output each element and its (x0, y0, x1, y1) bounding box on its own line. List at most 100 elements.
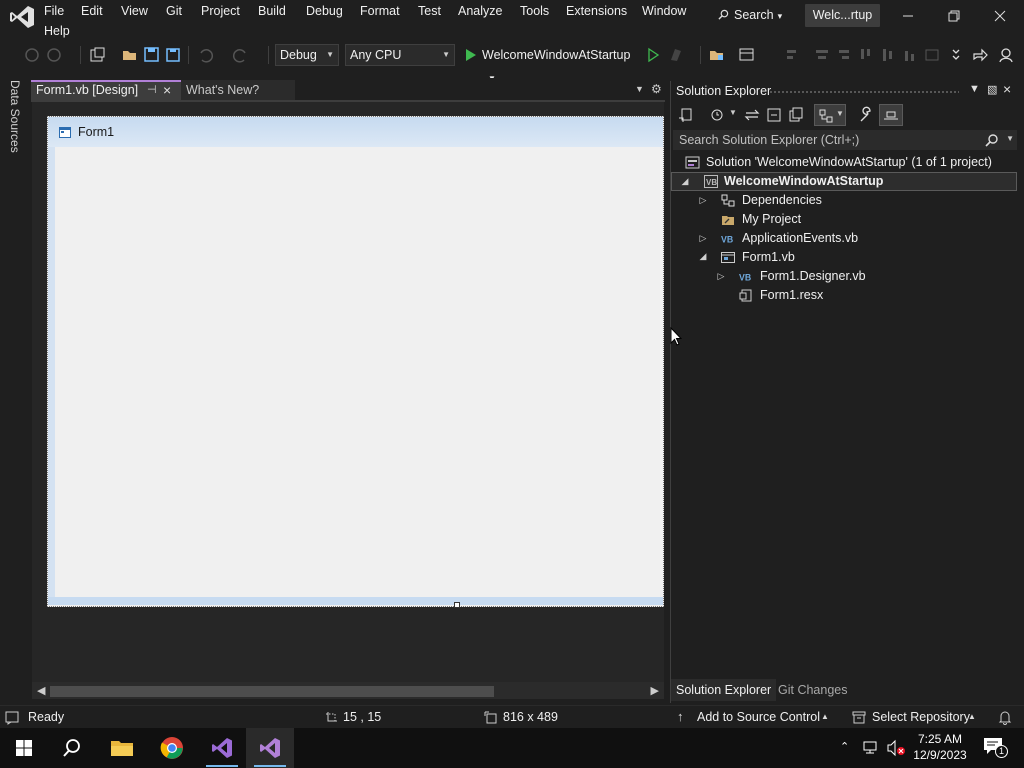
tab-git-changes[interactable]: Git Changes (773, 679, 852, 701)
sync-with-active-document-icon[interactable] (743, 106, 761, 124)
scrollbar-thumb[interactable] (50, 686, 494, 697)
tree-item-my-project[interactable]: My Project (671, 210, 1017, 229)
chevron-down-icon[interactable]: ▼ (729, 108, 737, 117)
open-file-icon[interactable] (120, 45, 140, 65)
menu-project[interactable]: Project (197, 1, 244, 21)
chevron-down-icon[interactable]: ▼ (1006, 134, 1014, 143)
menu-help[interactable]: Help (40, 21, 74, 41)
drag-grip[interactable] (769, 90, 959, 94)
feedback-icon[interactable] (996, 45, 1016, 65)
tab-solution-explorer[interactable]: Solution Explorer (671, 679, 777, 701)
start-button[interactable] (0, 728, 48, 768)
align-centers-icon[interactable] (812, 45, 832, 65)
action-center-button[interactable]: 1 (980, 736, 1010, 760)
collapse-all-icon[interactable] (765, 106, 783, 124)
window-options-icon[interactable]: ▼ (969, 83, 980, 95)
data-sources-tab[interactable]: Data Sources (8, 80, 22, 153)
menu-view[interactable]: View (117, 1, 152, 21)
menu-analyze[interactable]: Analyze (454, 1, 506, 21)
form-client-area[interactable] (55, 147, 663, 597)
same-size-icon[interactable] (922, 45, 942, 65)
menu-tools[interactable]: Tools (516, 1, 553, 21)
live-share-icon[interactable] (970, 45, 990, 65)
expand-arrow-icon[interactable]: ▷ (697, 191, 709, 210)
align-middles-icon[interactable] (878, 45, 898, 65)
form-title-bar[interactable]: Form1 (48, 117, 663, 147)
expand-arrow-icon[interactable]: ▷ (715, 267, 727, 286)
solution-explorer-search[interactable]: Search Solution Explorer (Ctrl+;) ▼ (673, 130, 1017, 150)
expand-arrow-icon[interactable]: ▷ (697, 229, 709, 248)
solution-configuration-dropdown[interactable]: Debug ▼ (275, 44, 339, 66)
tab-list-dropdown-icon[interactable]: ▼ (635, 84, 644, 94)
tree-item-dependencies[interactable]: ▷ Dependencies (671, 191, 1017, 210)
tree-item-application-events[interactable]: ▷ VB ApplicationEvents.vb (671, 229, 1017, 248)
solution-platform-dropdown[interactable]: Any CPU ▼ (345, 44, 455, 66)
preview-selected-items-button[interactable] (879, 104, 903, 126)
collapse-arrow-icon[interactable]: ◢ (697, 247, 709, 266)
menu-file[interactable]: File (40, 1, 68, 21)
navigate-forward-icon[interactable] (44, 45, 64, 65)
start-without-debugging-icon[interactable] (643, 45, 663, 65)
collapse-arrow-icon[interactable]: ◢ (679, 172, 691, 191)
menu-format[interactable]: Format (356, 1, 404, 21)
switch-views-icon[interactable] (677, 106, 695, 124)
gear-icon[interactable]: ⚙ (651, 82, 662, 96)
pin-icon[interactable]: ⊣ (147, 82, 157, 99)
solution-name-badge[interactable]: Welc...rtup (805, 4, 880, 27)
notification-bell-icon[interactable] (998, 710, 1012, 725)
menu-edit[interactable]: Edit (77, 1, 107, 21)
visual-studio-taskbar-button[interactable] (246, 728, 294, 768)
close-window-button[interactable] (980, 4, 1020, 28)
align-tops-icon[interactable] (856, 45, 876, 65)
select-repository-button[interactable]: Select Repository ▲ (850, 706, 980, 728)
align-lefts-icon[interactable] (782, 45, 802, 65)
tab-form1-design[interactable]: Form1.vb [Design] ⊣ × (31, 80, 181, 100)
scroll-right-icon[interactable]: ▶ (651, 684, 659, 697)
start-debugging-button[interactable]: WelcomeWindowAtStartup ▼ (462, 44, 642, 83)
volume-muted-icon[interactable] (886, 739, 906, 757)
solution-folder-icon[interactable] (707, 45, 727, 65)
menu-extensions[interactable]: Extensions (562, 1, 631, 21)
show-hidden-icons-chevron-icon[interactable]: ⌃ (840, 740, 849, 753)
add-to-source-control-button[interactable]: ↑ Add to Source Control ▲ (674, 706, 834, 728)
menu-build[interactable]: Build (254, 1, 290, 21)
search-button[interactable]: Search ▾ (714, 4, 782, 26)
chrome-taskbar-button[interactable] (148, 728, 196, 768)
pin-icon[interactable]: ▧ (987, 83, 997, 96)
file-explorer-taskbar-button[interactable] (98, 728, 146, 768)
align-rights-icon[interactable] (834, 45, 854, 65)
save-icon[interactable] (142, 45, 162, 65)
tree-item-form1-resx[interactable]: Form1.resx (671, 286, 1017, 305)
layout-icon[interactable] (737, 45, 757, 65)
minimize-button[interactable] (888, 4, 928, 28)
menu-debug[interactable]: Debug (302, 1, 347, 21)
vscode-taskbar-button[interactable] (198, 728, 246, 768)
form-window[interactable]: Form1 (47, 116, 664, 608)
save-all-icon[interactable] (163, 45, 183, 65)
tree-item-solution[interactable]: Solution 'WelcomeWindowAtStartup' (1 of … (671, 153, 1017, 172)
tab-whats-new[interactable]: What's New? (181, 80, 295, 100)
toolbar-options-icon[interactable] (946, 45, 966, 65)
horizontal-scrollbar[interactable]: ◀ ▶ (32, 682, 664, 699)
tree-item-form1-designer[interactable]: ▷ VB Form1.Designer.vb (671, 267, 1017, 286)
show-all-files-icon[interactable] (787, 106, 805, 124)
close-icon[interactable]: × (1003, 81, 1011, 97)
undo-icon[interactable] (196, 45, 216, 65)
new-project-icon[interactable] (88, 45, 108, 65)
form-designer-surface[interactable]: Form1 (32, 102, 664, 684)
visual-studio-logo-icon[interactable] (8, 4, 36, 30)
filter-toggle-button[interactable]: ▼ (814, 104, 846, 126)
menu-git[interactable]: Git (162, 1, 186, 21)
hot-reload-icon[interactable] (666, 45, 686, 65)
scroll-left-icon[interactable]: ◀ (37, 684, 45, 697)
taskbar-clock[interactable]: 7:25 AM 12/9/2023 (911, 731, 969, 763)
menu-test[interactable]: Test (414, 1, 445, 21)
align-bottoms-icon[interactable] (900, 45, 920, 65)
redo-icon[interactable] (230, 45, 250, 65)
restore-button[interactable] (934, 4, 974, 28)
taskbar-search-button[interactable] (48, 728, 96, 768)
close-icon[interactable]: × (163, 82, 171, 99)
pending-changes-filter-icon[interactable] (709, 106, 727, 124)
resize-handle[interactable] (454, 602, 460, 608)
tree-item-project[interactable]: ◢ VB WelcomeWindowAtStartup (671, 172, 1017, 191)
